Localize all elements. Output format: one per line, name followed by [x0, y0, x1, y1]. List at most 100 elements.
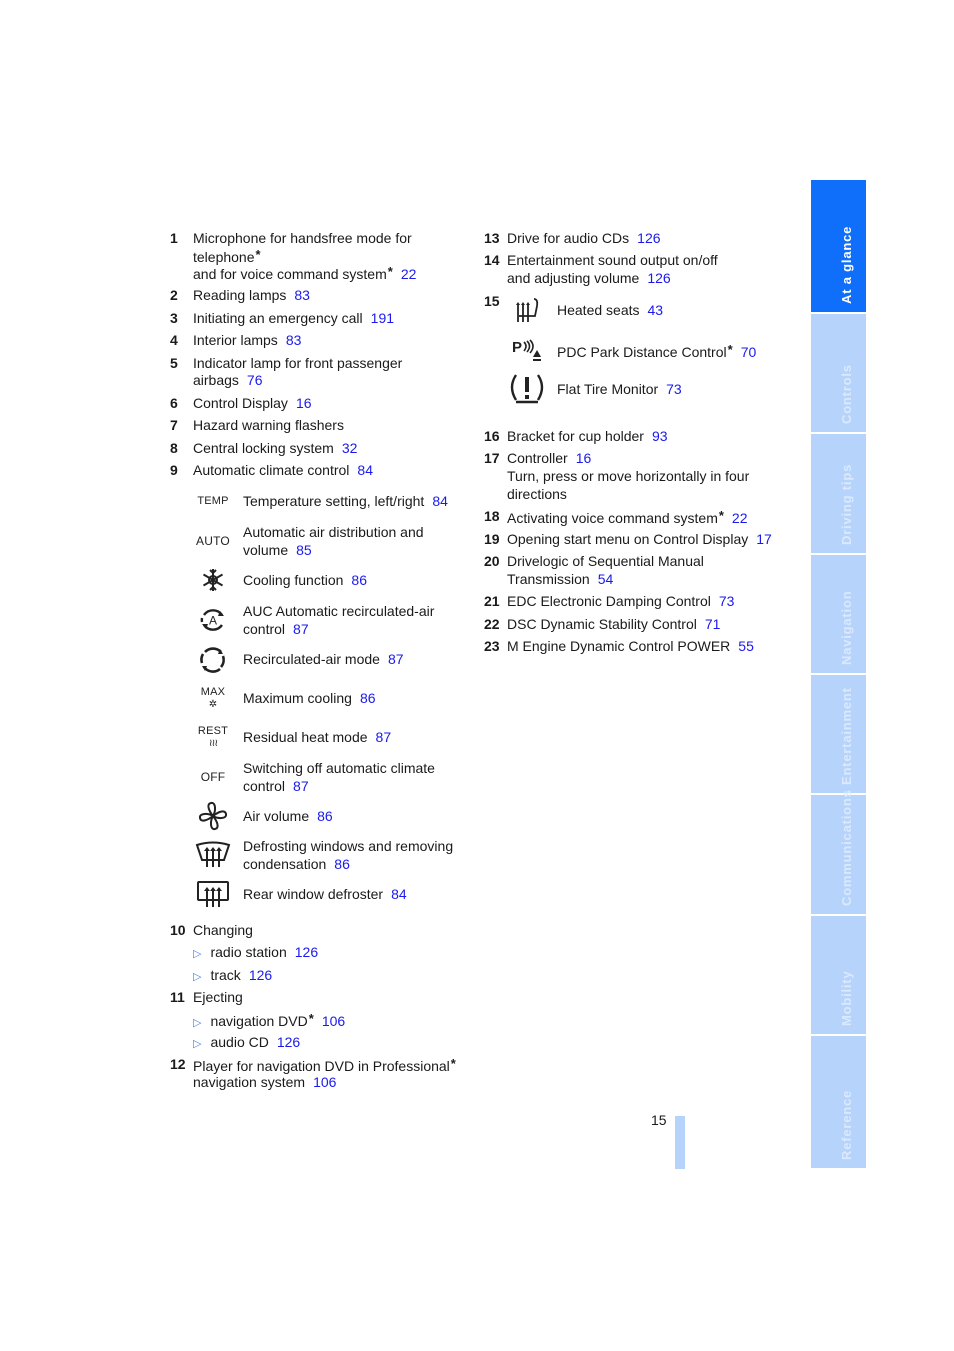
item-text-line: Cooling function 86 — [243, 572, 367, 588]
page-reference-link[interactable]: 126 — [637, 230, 660, 246]
page-reference-link[interactable]: 84 — [391, 886, 407, 902]
item-text-line: Hazard warning flashers — [193, 417, 344, 433]
page-reference-link[interactable]: 16 — [576, 450, 592, 466]
bullet-triangle-icon: ▷ — [193, 971, 202, 983]
left-column: 1 Microphone for handsfree mode for telep… — [170, 229, 470, 1099]
recirculation-icon — [193, 645, 233, 673]
climate-control-item: REST ≀≀≀ Residual heat mode 87 — [193, 725, 473, 749]
page-reference-link[interactable]: 84 — [357, 462, 373, 478]
page-reference-link[interactable]: 87 — [376, 729, 392, 745]
item-number: 19 — [484, 531, 500, 547]
page-reference-link[interactable]: 32 — [342, 440, 358, 456]
climate-control-item: AUTO Automatic air distribution and volum… — [193, 523, 473, 559]
optional-equipment-star: * — [450, 1056, 456, 1071]
item-text-line: volume 85 — [243, 542, 312, 558]
item-description: Turn, press or move horizontally in four — [507, 468, 750, 484]
sub-item: ▷ track 126 — [193, 966, 272, 986]
bullet-triangle-icon: ▷ — [193, 1017, 202, 1029]
item-text-line: control 87 — [243, 621, 309, 637]
page-reference-link[interactable]: 191 — [371, 310, 394, 326]
heated-seat-icon — [507, 291, 547, 329]
side-tab-at-a-glance[interactable]: At a glance — [811, 180, 866, 312]
page-reference-link[interactable]: 126 — [277, 1034, 300, 1050]
page-reference-link[interactable]: 86 — [351, 572, 367, 588]
page-reference-link[interactable]: 16 — [296, 395, 312, 411]
item-text-line: Automatic air distribution and — [243, 524, 424, 540]
item-number: 2 — [170, 287, 178, 303]
item-text-line: control 87 — [243, 778, 309, 794]
item-number: 16 — [484, 428, 500, 444]
item-number: 13 — [484, 230, 500, 246]
side-tab-reference[interactable]: Reference — [811, 1036, 866, 1168]
page-reference-link[interactable]: 83 — [286, 332, 302, 348]
page-reference-link[interactable]: 73 — [719, 593, 735, 609]
bullet-triangle-icon: ▷ — [193, 948, 202, 960]
optional-equipment-star: * — [308, 1011, 314, 1026]
page-reference-link[interactable]: 43 — [648, 302, 664, 318]
side-tab-communications[interactable]: Communications — [811, 789, 866, 914]
page-reference-link[interactable]: 84 — [432, 493, 448, 509]
item-number: 11 — [170, 989, 185, 1005]
page-reference-link[interactable]: 17 — [756, 531, 772, 547]
index-item: 9 Automatic climate control 84 — [170, 461, 470, 478]
page-reference-link[interactable]: 83 — [294, 287, 310, 303]
auc-recirculation-icon: A — [193, 606, 233, 634]
page-reference-link[interactable]: 86 — [317, 808, 333, 824]
side-tab-navigation[interactable]: Navigation — [811, 555, 866, 673]
svg-text:P: P — [512, 339, 522, 356]
page-number: 15 — [651, 1112, 667, 1128]
item-number: 23 — [484, 638, 500, 654]
item-text-line: Activating voice command system* 22 — [507, 508, 748, 526]
side-tab-driving-tips[interactable]: Driving tips — [811, 434, 866, 553]
page-reference-link[interactable]: 71 — [705, 616, 721, 632]
page-reference-link[interactable]: 22 — [401, 266, 417, 282]
item-text-line: and for voice command system* 22 — [193, 264, 417, 282]
item-text-line: Control Display 16 — [193, 395, 312, 411]
item-text-line: Automatic climate control 84 — [193, 462, 373, 478]
item-number: 8 — [170, 440, 178, 456]
climate-control-item: MAX ✲ Maximum cooling 86 — [193, 686, 473, 710]
page-reference-link[interactable]: 73 — [666, 381, 682, 397]
item-text-line: EDC Electronic Damping Control 73 — [507, 593, 735, 609]
item-text-line: Recirculated-air mode 87 — [243, 651, 404, 667]
page-reference-link[interactable]: 70 — [741, 344, 757, 360]
item-text-line: airbags 76 — [193, 372, 263, 388]
page-reference-link[interactable]: 54 — [598, 571, 614, 587]
side-tab-label: Controls — [838, 364, 854, 424]
side-tab-entertainment[interactable]: Entertainment — [811, 675, 866, 793]
item-text-line: AUC Automatic recirculated-air — [243, 603, 435, 619]
page-reference-link[interactable]: 85 — [296, 542, 312, 558]
side-tab-label: Driving tips — [838, 463, 854, 545]
page-reference-link[interactable]: 55 — [738, 638, 754, 654]
page-reference-link[interactable]: 106 — [313, 1074, 336, 1090]
max-cooling-icon: MAX ✲ — [200, 685, 226, 710]
page-reference-link[interactable]: 126 — [295, 944, 318, 960]
page-reference-link[interactable]: 93 — [652, 428, 668, 444]
page-reference-link[interactable]: 22 — [732, 510, 748, 526]
page-reference-link[interactable]: 87 — [293, 778, 309, 794]
feature-item: Flat Tire Monitor 73 — [507, 374, 787, 404]
climate-control-item: Air volume 86 — [193, 801, 473, 831]
page-reference-link[interactable]: 106 — [322, 1013, 345, 1029]
page-reference-link[interactable]: 76 — [247, 372, 263, 388]
windshield-defrost-icon — [193, 841, 233, 869]
flat-tire-monitor-icon — [507, 370, 547, 408]
item-number: 14 — [484, 252, 500, 268]
optional-equipment-star: * — [727, 342, 733, 357]
page-reference-link[interactable]: 87 — [293, 621, 309, 637]
side-tab-controls[interactable]: Controls — [811, 314, 866, 432]
item-text-line: Switching off automatic climate — [243, 760, 435, 776]
index-item: 1 Microphone for handsfree mode for telep… — [170, 229, 470, 282]
side-tab-label: Reference — [838, 1089, 854, 1160]
side-tab-mobility[interactable]: Mobility — [811, 916, 866, 1034]
park-distance-control-icon: P — [507, 331, 547, 369]
page-reference-link[interactable]: 86 — [334, 856, 350, 872]
page-reference-link[interactable]: 86 — [360, 690, 376, 706]
page-reference-link[interactable]: 126 — [647, 270, 670, 286]
climate-control-item: Defrosting windows and removing condensat… — [193, 837, 473, 873]
item-number: 4 — [170, 332, 178, 348]
page-reference-link[interactable]: 87 — [388, 651, 404, 667]
climate-control-item: TEMP Temperature setting, left/right 84 — [193, 492, 473, 510]
item-number: 9 — [170, 462, 178, 478]
page-reference-link[interactable]: 126 — [249, 967, 272, 983]
